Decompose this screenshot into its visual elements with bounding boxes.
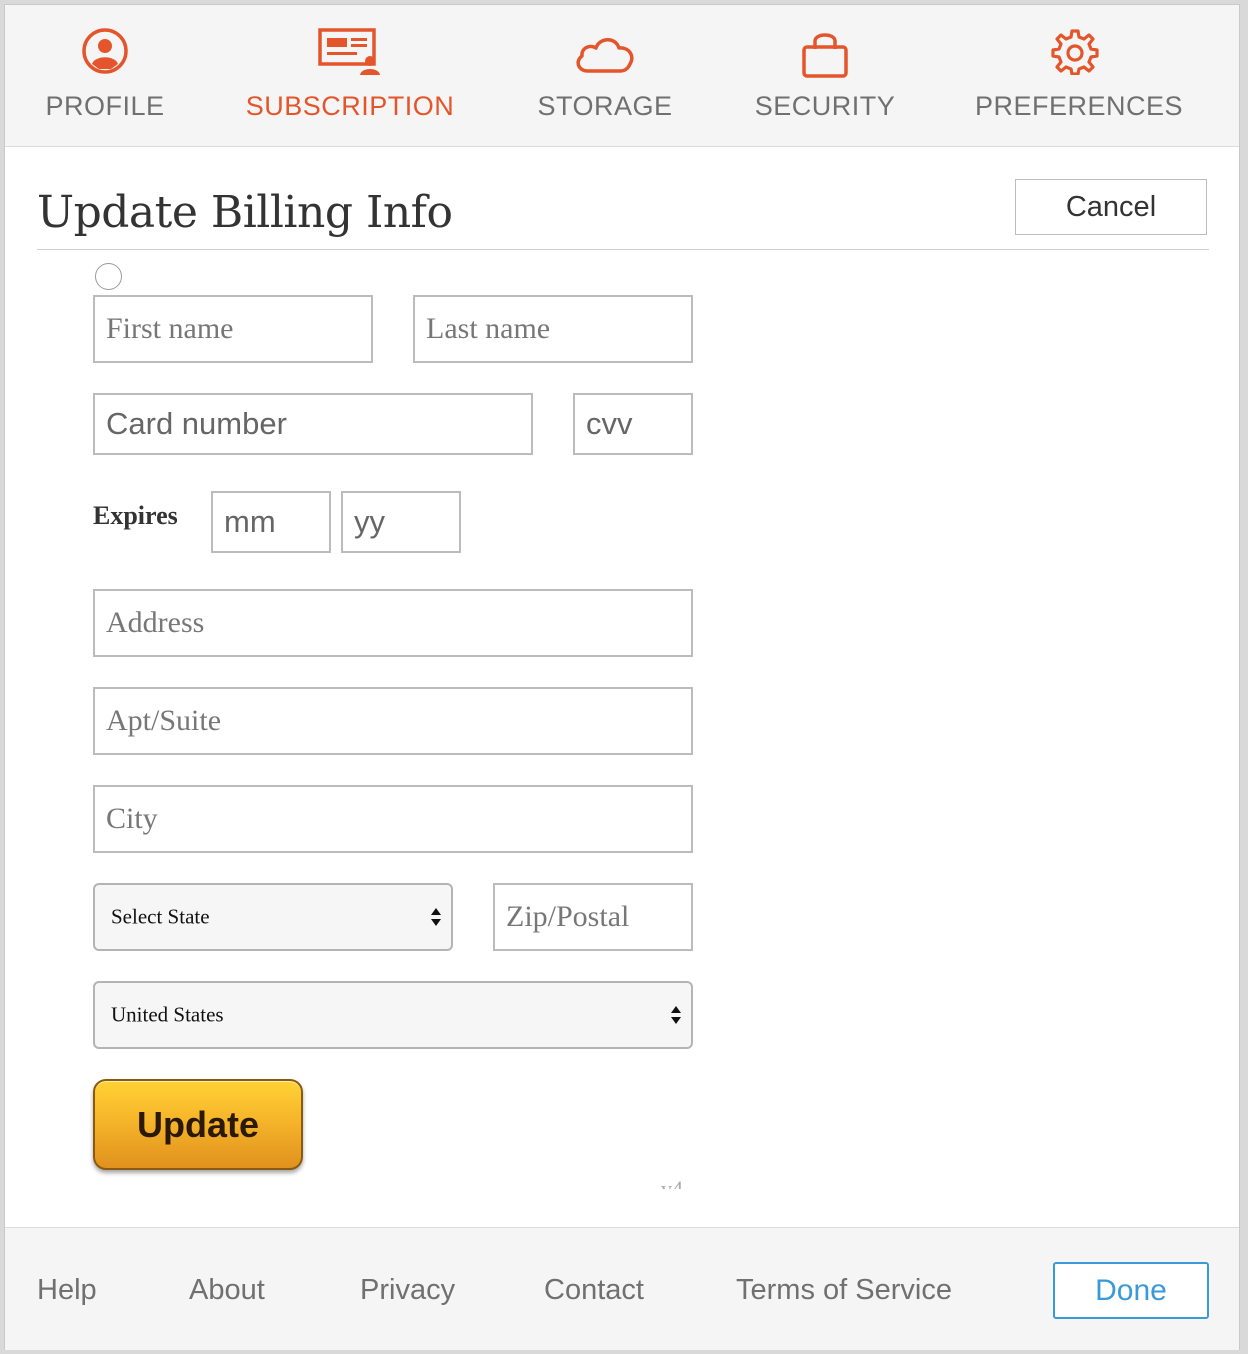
footer: Help About Privacy Contact Terms of Serv… [5, 1227, 1239, 1350]
top-nav: PROFILE SUBSCRIPTION STORAGE SECURITY PR… [5, 5, 1239, 147]
tab-label: SUBSCRIPTION [245, 91, 455, 121]
first-name-field[interactable] [93, 295, 373, 363]
subscription-card-icon [318, 27, 382, 82]
country-select-value: United States [111, 1002, 224, 1027]
expires-label: Expires [93, 501, 178, 530]
done-button[interactable]: Done [1053, 1262, 1209, 1319]
footer-link-about[interactable]: About [189, 1274, 265, 1307]
version-label: v4 [661, 1176, 683, 1189]
apt-suite-field[interactable] [93, 687, 693, 755]
expiry-month-field[interactable] [211, 491, 331, 553]
footer-link-terms[interactable]: Terms of Service [736, 1274, 952, 1307]
update-button[interactable]: Update [93, 1079, 303, 1170]
select-arrows-icon [431, 908, 441, 926]
tab-profile[interactable]: PROFILE [25, 5, 185, 146]
cloud-icon [572, 31, 638, 80]
footer-link-contact[interactable]: Contact [544, 1274, 644, 1307]
select-arrows-icon [671, 1006, 681, 1024]
cancel-button[interactable]: Cancel [1015, 179, 1207, 235]
zip-field[interactable] [493, 883, 693, 951]
payment-radio[interactable] [95, 263, 122, 290]
profile-icon [81, 27, 129, 80]
cvv-field[interactable] [573, 393, 693, 455]
tab-label: SECURITY [754, 91, 896, 121]
footer-link-privacy[interactable]: Privacy [360, 1274, 455, 1307]
address-field[interactable] [93, 589, 693, 657]
country-select[interactable]: United States [93, 981, 693, 1049]
divider [37, 249, 1209, 250]
tab-subscription[interactable]: SUBSCRIPTION [245, 5, 455, 146]
footer-link-help[interactable]: Help [37, 1274, 97, 1307]
lock-icon [801, 27, 849, 84]
tab-security[interactable]: SECURITY [745, 5, 905, 146]
last-name-field[interactable] [413, 295, 693, 363]
tab-label: PROFILE [45, 91, 165, 121]
state-select[interactable]: Select State [93, 883, 453, 951]
tab-label: PREFERENCES [975, 91, 1184, 121]
billing-dialog: PROFILE SUBSCRIPTION STORAGE SECURITY PR… [4, 4, 1240, 1350]
tab-storage[interactable]: STORAGE [525, 5, 685, 146]
city-field[interactable] [93, 785, 693, 853]
page-title: Update Billing Info [37, 187, 453, 238]
expiry-year-field[interactable] [341, 491, 461, 553]
tab-preferences[interactable]: PREFERENCES [975, 5, 1184, 146]
gear-icon [1051, 27, 1099, 80]
tab-label: STORAGE [537, 91, 673, 121]
state-select-value: Select State [111, 904, 210, 929]
card-number-field[interactable] [93, 393, 533, 455]
